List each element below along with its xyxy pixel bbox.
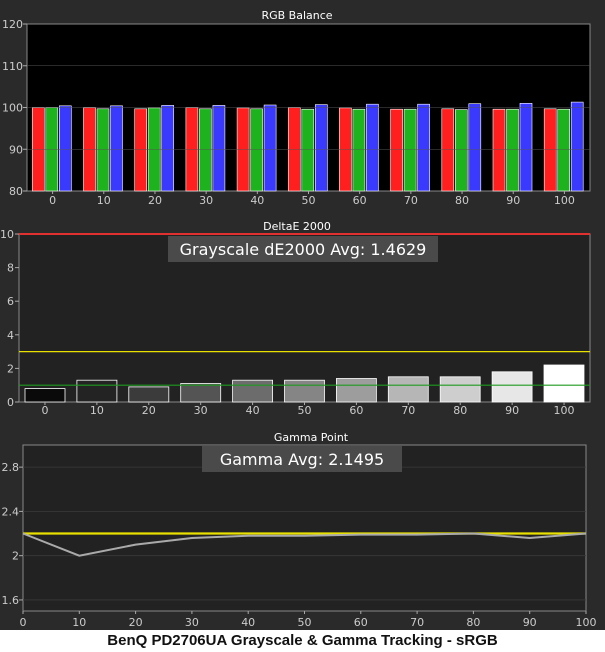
deltae-xtick-label: 70	[401, 404, 415, 417]
deltae-ytick-label: 2	[7, 362, 14, 375]
gamma-xtick-label: 100	[576, 616, 597, 629]
rgb-blue-bar	[212, 105, 226, 192]
deltae-bar	[335, 378, 377, 403]
gamma-xtick-label: 90	[523, 616, 537, 629]
rgb-xtick-label: 70	[404, 194, 418, 207]
rgb-ytick-label: 120	[2, 18, 23, 31]
deltae-ytick-label: 0	[7, 396, 14, 409]
rgb-blue-bar	[314, 104, 328, 192]
deltae-ytick-label: 10	[0, 228, 14, 241]
deltae-xtick-label: 30	[194, 404, 208, 417]
gamma-xtick-label: 70	[410, 616, 424, 629]
rgb-green-bar	[301, 108, 315, 192]
deltae-bar	[491, 371, 533, 403]
gamma-panel: Gamma Point 1.6 2 2.4 2.8 0 10 20 30 40 50 60 70 80…	[0, 420, 605, 630]
deltae-xtick-label: 40	[246, 404, 260, 417]
rgb-balance-panel: RGB Balance 80 90 100 110 120 0 10 20 30 40 50 60 7…	[0, 0, 605, 208]
rgb-green-bar	[199, 108, 212, 192]
deltae-xtick-label: 60	[349, 404, 363, 417]
gamma-ytick-label: 2.4	[2, 505, 20, 518]
rgb-red-bar	[441, 108, 455, 192]
rgb-ytick-label: 100	[2, 102, 23, 115]
rgb-xtick-label: 50	[302, 194, 316, 207]
gamma-xtick-label: 40	[241, 616, 255, 629]
rgb-xtick-label: 90	[506, 194, 520, 207]
rgb-blue-bar	[417, 103, 430, 192]
deltae-bar	[180, 383, 222, 403]
rgb-green-bar	[403, 108, 417, 192]
rgb-red-bar	[543, 108, 557, 192]
rgb-xtick-label: 100	[554, 194, 575, 207]
deltae-ytick-label: 8	[7, 262, 14, 275]
rgb-blue-bar	[58, 105, 72, 192]
deltae-bar	[232, 379, 274, 403]
deltae-bar	[543, 364, 585, 403]
gamma-xtick-label: 50	[298, 616, 312, 629]
chart-caption: BenQ PD2706UA Grayscale & Gamma Tracking…	[0, 630, 605, 652]
rgb-xtick-label: 0	[49, 194, 56, 207]
rgb-blue-bar	[468, 103, 482, 192]
rgb-red-bar	[390, 108, 403, 192]
gamma-ytick-label: 2.8	[2, 461, 20, 474]
rgb-xtick-label: 10	[97, 194, 111, 207]
gamma-title: Gamma Point	[274, 431, 349, 444]
rgb-xtick-label: 60	[353, 194, 367, 207]
rgb-balance-title: RGB Balance	[261, 9, 332, 22]
rgb-ytick-label: 80	[9, 185, 23, 198]
rgb-xtick-label: 80	[455, 194, 469, 207]
deltae-xtick-label: 80	[453, 404, 467, 417]
gamma-annotation: Gamma Avg: 2.1495	[220, 450, 384, 469]
deltae-xtick-label: 20	[142, 404, 156, 417]
gamma-xtick-label: 20	[129, 616, 143, 629]
rgb-blue-bar	[110, 105, 123, 192]
deltae-annotation: Grayscale dE2000 Avg: 1.4629	[180, 240, 427, 259]
deltae-bar	[387, 376, 429, 403]
deltae-xtick-label: 90	[505, 404, 519, 417]
charts-canvas: RGB Balance 8090100110120 0 10 20 30 40 50 60 7…	[0, 0, 605, 630]
gamma-xtick-label: 10	[72, 616, 86, 629]
deltae-bar	[128, 386, 170, 403]
rgb-blue-bar	[519, 103, 533, 192]
deltae-panel: DeltaE 2000 0 2 4 6 8 10 0 10 20 30 40 50 60 70 80 90 1…	[0, 212, 605, 417]
gamma-ytick-label: 1.6	[2, 594, 20, 607]
rgb-ytick-label: 90	[9, 143, 23, 156]
rgb-blue-bar	[570, 101, 584, 192]
rgb-green-bar	[506, 108, 519, 192]
deltae-xtick-label: 0	[41, 404, 48, 417]
gamma-xtick-label: 80	[466, 616, 480, 629]
rgb-xtick-label: 30	[199, 194, 213, 207]
deltae-xtick-label: 10	[90, 404, 104, 417]
deltae-bar	[284, 379, 325, 403]
deltae-bar	[76, 379, 118, 403]
gamma-xtick-label: 0	[20, 616, 27, 629]
deltae-ytick-label: 4	[7, 329, 14, 342]
rgb-blue-bar	[263, 104, 277, 192]
deltae-xtick-label: 50	[298, 404, 312, 417]
rgb-green-bar	[250, 108, 263, 192]
gamma-xtick-label: 30	[185, 616, 199, 629]
deltae-xtick-label: 100	[554, 404, 575, 417]
gamma-ytick-label: 2	[12, 550, 19, 563]
rgb-xtick-label: 40	[250, 194, 264, 207]
deltae-bar	[439, 376, 481, 403]
rgb-xtick-label: 20	[148, 194, 162, 207]
rgb-blue-bar	[161, 105, 174, 192]
rgb-red-bar	[492, 108, 506, 192]
rgb-green-bar	[454, 109, 468, 192]
rgb-green-bar	[352, 108, 366, 192]
rgb-green-bar	[557, 108, 571, 192]
rgb-red-bar	[134, 108, 147, 192]
deltae-bar	[24, 388, 66, 403]
deltae-ytick-label: 6	[7, 295, 14, 308]
rgb-blue-bar	[366, 103, 379, 192]
gamma-xtick-label: 60	[354, 616, 368, 629]
rgb-green-bar	[96, 108, 110, 192]
deltae-title: DeltaE 2000	[263, 220, 331, 233]
rgb-ytick-label: 110	[2, 60, 23, 73]
